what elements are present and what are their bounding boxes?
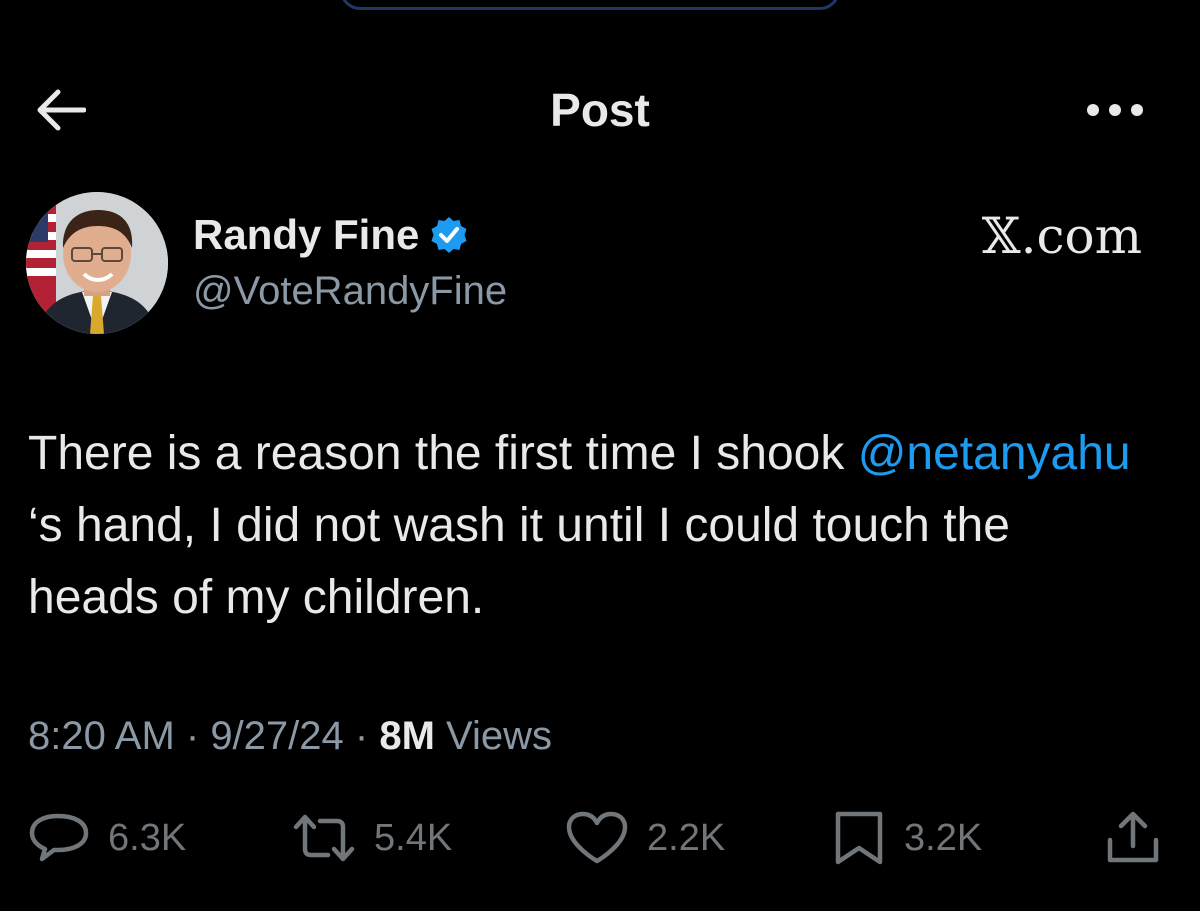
- x-com-watermark: 𝕏.com: [981, 207, 1142, 265]
- author-handle[interactable]: @VoteRandyFine: [193, 269, 507, 314]
- page-title: Post: [550, 84, 650, 136]
- post-text-end: ‘s hand, I did not wash it until I could…: [28, 499, 1010, 624]
- meta-separator: ·: [343, 714, 380, 758]
- post-text: There is a reason the first time I shook…: [28, 418, 1148, 634]
- like-button[interactable]: 2.2K: [565, 808, 725, 868]
- reply-count: 6.3K: [108, 816, 187, 859]
- bookmark-button[interactable]: 3.2K: [832, 808, 982, 868]
- reply-button[interactable]: 6.3K: [28, 808, 186, 868]
- views-count: 8M: [379, 714, 435, 758]
- bookmark-icon: [835, 811, 883, 865]
- repost-count: 5.4K: [374, 816, 453, 859]
- post-metadata: 8:20 AM · 9/27/24 · 8M Views: [28, 708, 552, 764]
- author-name[interactable]: Randy Fine: [193, 211, 419, 259]
- post-text-start: There is a reason the first time I shook: [28, 427, 858, 480]
- repost-button[interactable]: 5.4K: [292, 808, 452, 868]
- post-time[interactable]: 8:20 AM: [28, 714, 175, 758]
- avatar-portrait-image: [26, 192, 168, 334]
- views-label: Views: [446, 714, 553, 758]
- dynamic-island-outline: [340, 0, 840, 10]
- like-count: 2.2K: [647, 816, 726, 859]
- reply-icon: [29, 813, 89, 862]
- author-avatar[interactable]: [26, 192, 168, 334]
- meta-separator: ·: [174, 714, 211, 758]
- author-info: Randy Fine @VoteRandyFine: [193, 205, 507, 314]
- post-actions-bar: 6.3K 5.4K 2.2K 3.2K: [0, 808, 1200, 868]
- post-date[interactable]: 9/27/24: [210, 714, 343, 758]
- bookmark-count: 3.2K: [904, 816, 983, 859]
- verified-badge-icon[interactable]: [429, 215, 469, 255]
- repost-icon: [293, 814, 355, 862]
- mention-link[interactable]: @netanyahu: [858, 427, 1131, 480]
- author-name-row: Randy Fine: [193, 205, 507, 265]
- more-options-button[interactable]: [1080, 82, 1150, 138]
- share-button[interactable]: [1104, 808, 1162, 868]
- heart-icon: [566, 811, 628, 864]
- share-icon: [1107, 811, 1159, 863]
- post-header: Post: [0, 72, 1200, 148]
- more-horizontal-icon: [1087, 104, 1143, 116]
